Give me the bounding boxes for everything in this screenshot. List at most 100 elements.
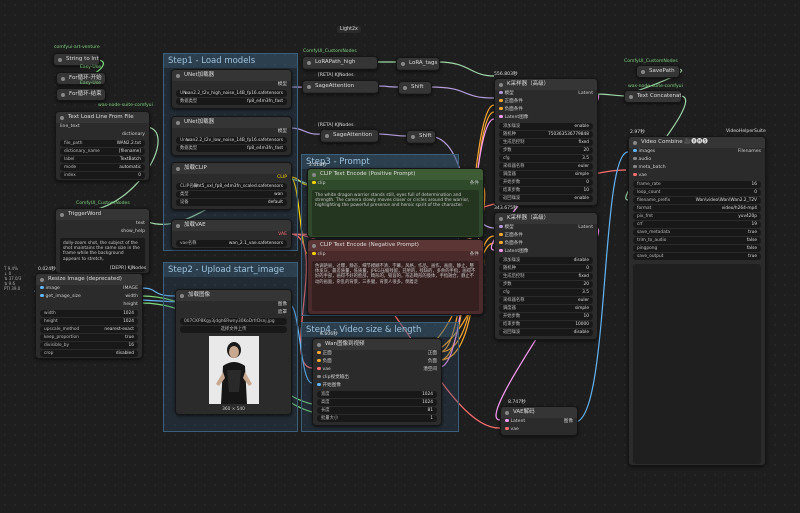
widget-cfg[interactable]: cfg 3.5 xyxy=(499,155,593,162)
widget-divisible-by[interactable]: divisible_by 16 xyxy=(40,342,138,349)
io-slot[interactable]: image IMAGE xyxy=(36,285,142,293)
widget-pix-fmt[interactable]: pix_fmt yuv420p xyxy=(633,213,761,220)
io-slot[interactable]: vae 潜空间 xyxy=(313,366,441,374)
widget-save-metadata[interactable]: save_metadata true xyxy=(633,229,761,236)
input-slot[interactable]: audio xyxy=(629,156,765,164)
widget-height[interactable]: 高度 1024 xyxy=(317,399,437,406)
widget-steps[interactable]: 步数 20 xyxy=(499,281,593,288)
node-title[interactable]: K采样器（高级） xyxy=(495,213,597,224)
widget-file-path[interactable]: file_path WAN2.2.txt xyxy=(60,140,145,147)
output-slot[interactable]: 图像 xyxy=(176,301,291,309)
widget-weight-dtype[interactable]: 数据类型 fp8_e4m3fn_fast xyxy=(176,145,287,152)
upload-button[interactable]: 选择文件上传 xyxy=(180,326,287,333)
output-slot[interactable]: dictionary xyxy=(56,131,149,139)
node-title[interactable]: TriggerWord xyxy=(56,209,149,220)
node-shift-high[interactable]: Shift xyxy=(398,81,432,95)
node-load-image[interactable]: 加载图像 图像 遮罩 007CKP8Kgy3jdgh6Rwny30KoDrfrD… xyxy=(175,289,292,415)
node-title[interactable]: Wan图像到视频 xyxy=(313,339,441,350)
node-title[interactable]: LoRAPath_high xyxy=(303,57,377,68)
widget-device[interactable]: 设备 default xyxy=(176,199,287,206)
input-slot[interactable]: vae xyxy=(501,426,577,434)
node-clip-text-encode-negative[interactable]: CLIP Text Encode (Negative Prompt) clip 条… xyxy=(307,239,484,315)
widget-dictionary-name[interactable]: dictionary_name [filename] xyxy=(60,148,145,155)
widget-control-after[interactable]: 生成后控制 fixed xyxy=(499,273,593,280)
widget-crf[interactable]: crf 19 xyxy=(633,221,761,228)
output-slot[interactable]: VAE xyxy=(172,231,291,239)
widget-add-noise[interactable]: 添加噪波 disable xyxy=(499,257,593,264)
input-slot[interactable]: vae xyxy=(629,172,765,180)
node-text-concatenate[interactable]: Text Concatenate xyxy=(624,90,682,103)
widget-loop-count[interactable]: loop_count 0 xyxy=(633,189,761,196)
widget-scheduler[interactable]: 调度器 simple xyxy=(499,305,593,312)
node-video-combine[interactable]: Video Combine 🎥🅥🅗🅢 images Filenames audio… xyxy=(628,136,766,466)
group-step2-title[interactable]: Step2 - Upload start_image xyxy=(164,263,297,277)
widget-seed[interactable]: 随机种 750363536779848 xyxy=(499,131,593,138)
node-lora-path-high[interactable]: LoRAPath_high xyxy=(302,56,378,70)
output-slot[interactable]: 模型 xyxy=(172,81,291,89)
node-title[interactable]: Text Concatenate xyxy=(625,91,681,102)
node-lora-tags[interactable]: LoRA_tags xyxy=(396,57,440,71)
widget-cfg[interactable]: cfg 3.5 xyxy=(499,289,593,296)
node-shift-low[interactable]: Shift xyxy=(406,130,436,144)
widget-clip-name[interactable]: CLIP名称 umt5_xxl_fp8_e4m3fn_scaled.safeten… xyxy=(176,183,287,190)
node-sage-attention-high[interactable]: SageAttention xyxy=(302,80,379,94)
positive-prompt-textarea[interactable]: The white dragon warrior stands still, e… xyxy=(312,190,479,236)
widget-crop[interactable]: crop disabled xyxy=(40,350,138,357)
node-title[interactable]: Video Combine 🎥🅥🅗🅢 xyxy=(629,137,765,148)
node-vae-decode[interactable]: VAE解码 Latent 图像 vae xyxy=(500,406,578,436)
node-clip-loader[interactable]: 加载CLIP CLIP CLIP名称 umt5_xxl_fp8_e4m3fn_sc… xyxy=(171,162,292,210)
widget-sampler-name[interactable]: 采样器名称 euler xyxy=(499,297,593,304)
widget-trim-to-audio[interactable]: trim_to_audio false xyxy=(633,237,761,244)
widget-end-step[interactable]: 结束步数 10 xyxy=(499,187,593,194)
node-text-load-line[interactable]: Text Load Line From File line_text dicti… xyxy=(55,111,150,181)
node-for-loop-end[interactable]: For循环-结束 xyxy=(56,88,106,101)
widget-index[interactable]: index 0 xyxy=(60,172,145,179)
output-slot[interactable]: text xyxy=(56,220,149,228)
widget-return-noise[interactable]: 返回噪波 disable xyxy=(499,329,593,336)
input-slot[interactable]: meta_batch xyxy=(629,164,765,172)
widget-image-file[interactable]: 007CKP8Kgy3jdgh6Rwny30KoDrfrDsnj.jpg xyxy=(180,318,287,325)
widget-start-step[interactable]: 开始步数 10 xyxy=(499,313,593,320)
node-title[interactable]: UNet加载器 xyxy=(172,117,291,128)
widget-batch-size[interactable]: 批量大小 1 xyxy=(317,415,437,422)
widget-mode[interactable]: mode automatic xyxy=(60,164,145,171)
node-title[interactable]: String to Int xyxy=(54,54,99,65)
widget-weight-dtype[interactable]: 数据类型 fp8_e4m3fn_fast xyxy=(176,98,287,105)
node-trigger-word[interactable]: TriggerWord text show_help dolly-zoom sh… xyxy=(55,208,150,274)
node-title[interactable]: CLIP Text Encode (Positive Prompt) xyxy=(308,169,483,180)
node-title[interactable]: 加载图像 xyxy=(176,290,291,301)
input-slot[interactable]: 正面条件 xyxy=(495,98,597,106)
node-title[interactable]: Text Load Line From File xyxy=(56,112,149,123)
node-unet-loader-high[interactable]: UNet加载器 模型 UN... wan2.2_t2v_high_noise_14… xyxy=(171,69,292,109)
input-slot[interactable]: 负面条件 xyxy=(495,240,597,248)
input-slot[interactable]: Latent图像 xyxy=(495,248,597,256)
input-slot[interactable]: 负面条件 xyxy=(495,106,597,114)
node-title[interactable]: VAE解码 xyxy=(501,407,577,418)
widget-width[interactable]: 宽度 1024 xyxy=(317,391,437,398)
node-title[interactable]: Shift xyxy=(407,131,435,142)
widget-sampler-name[interactable]: 采样器名称 euler xyxy=(499,163,593,170)
output-slot[interactable]: height xyxy=(36,301,142,309)
io-slot[interactable]: 模型 Latent xyxy=(495,224,597,232)
widget-add-noise[interactable]: 添加噪波 enable xyxy=(499,123,593,130)
node-title[interactable]: LoRA_tags xyxy=(397,58,439,69)
io-slot[interactable]: 正面 正面 xyxy=(313,350,441,358)
widget-upscale-method[interactable]: upscale_method nearest-exact xyxy=(40,326,138,333)
node-title[interactable]: 加载VAE xyxy=(172,220,291,231)
widget-control-after[interactable]: 生成后控制 fixed xyxy=(499,139,593,146)
widget-keep-proportion[interactable]: keep_proportion true xyxy=(40,334,138,341)
node-title[interactable]: CLIP Text Encode (Negative Prompt) xyxy=(308,240,483,251)
io-slot[interactable]: images Filenames xyxy=(629,148,765,156)
input-slot[interactable]: 正面条件 xyxy=(495,232,597,240)
node-resize-image[interactable]: Resize Image (deprecated) image IMAGE get… xyxy=(35,273,143,359)
io-slot[interactable]: clip 条件 xyxy=(308,251,483,259)
widget-scheduler[interactable]: 调度器 simple xyxy=(499,171,593,178)
node-title[interactable]: Resize Image (deprecated) xyxy=(36,274,142,285)
node-ksampler-advanced-low[interactable]: K采样器（高级） 模型 Latent 正面条件 负面条件 Latent图像 添加噪… xyxy=(494,212,598,340)
widget-pingpong[interactable]: pingpong false xyxy=(633,245,761,252)
widget-vae-name[interactable]: vae名称 wan_2.1_vae.safetensors xyxy=(176,240,287,247)
widget-label[interactable]: label TextBatch xyxy=(60,156,145,163)
io-slot[interactable]: clip 条件 xyxy=(308,180,483,188)
io-slot[interactable]: 负面 负面 xyxy=(313,358,441,366)
widget-steps[interactable]: 步数 20 xyxy=(499,147,593,154)
